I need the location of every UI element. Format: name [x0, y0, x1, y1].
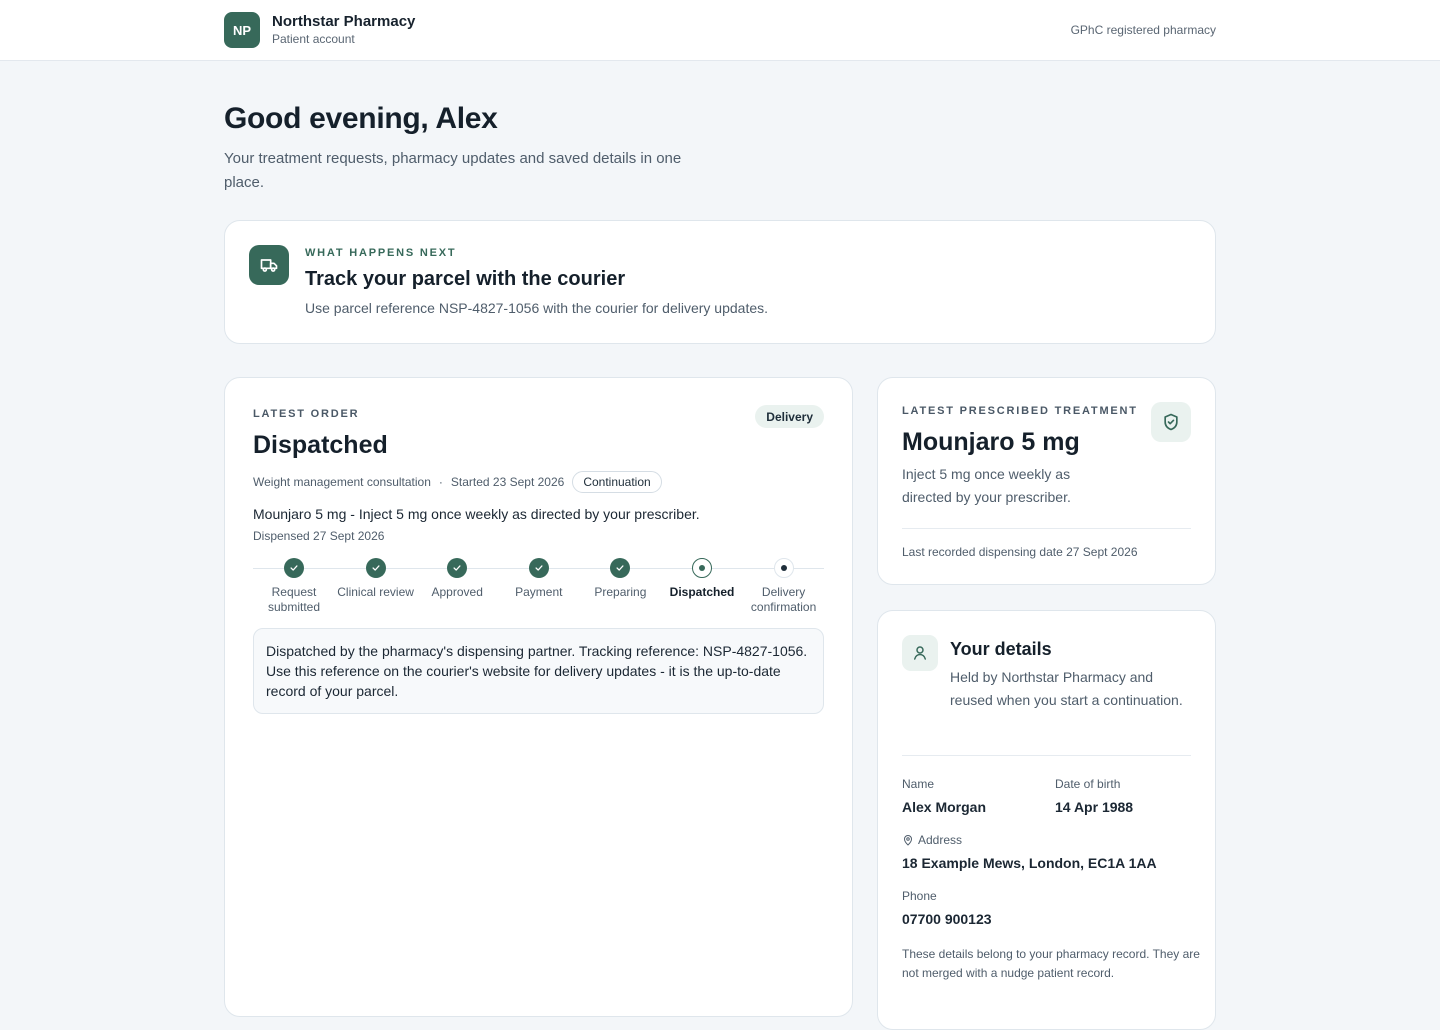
step-label: Payment	[515, 585, 563, 599]
dob-value: 14 Apr 1988	[1055, 799, 1134, 815]
details-description: Held by Northstar Pharmacy and reused wh…	[950, 669, 1183, 708]
check-icon	[284, 558, 304, 578]
details-card: Your details Held by Northstar Pharmacy …	[877, 610, 1216, 1030]
order-progress-stepper: Request submitted Clinical review Approved…	[253, 558, 824, 618]
name-value: Alex Morgan	[902, 799, 987, 815]
treatment-name: Mounjaro 5 mg	[902, 428, 1080, 456]
phone-value: 07700 900123	[902, 911, 992, 927]
divider	[902, 755, 1191, 756]
dispensed-date: Dispensed 27 Sept 2026	[253, 529, 385, 543]
user-icon	[902, 635, 938, 671]
address-label-row: Address	[902, 833, 962, 847]
truck-icon	[249, 245, 289, 285]
step-label: Request submitted	[267, 585, 321, 614]
divider	[902, 528, 1191, 529]
check-icon	[447, 558, 468, 578]
step-label: Delivery confirmation	[750, 585, 817, 614]
step-label: Approved	[431, 585, 483, 599]
details-title: Your details	[950, 639, 1052, 659]
details-footnote: These details belong to your pharmacy re…	[902, 947, 1200, 980]
order-eyebrow: Latest order	[253, 408, 360, 420]
registration-note: GPhC registered pharmacy	[1070, 23, 1216, 37]
top-bar: NP Northstar Pharmacy Patient account GP…	[0, 0, 1440, 61]
next-step-eyebrow: What happens next	[305, 247, 457, 259]
next-step-card: What happens next Track your parcel with…	[224, 220, 1216, 344]
address-value: 18 Example Mews, London, EC1A 1AA	[902, 855, 1157, 871]
treatment-eyebrow: Latest prescribed treatment	[902, 405, 1138, 417]
latest-order-card: Latest order Delivery Dispatched Weight …	[224, 377, 853, 1017]
step-label: Preparing	[594, 585, 647, 599]
shield-check-icon	[1151, 402, 1191, 442]
address-label: Address	[918, 833, 963, 847]
page-title: Good evening, Alex	[224, 102, 498, 135]
treatment-instructions: Inject 5 mg once weekly as directed by y…	[902, 466, 1071, 505]
treatment-card: Latest prescribed treatment Mounjaro 5 m…	[877, 377, 1216, 585]
order-started-date: Started 23 Sept 2026	[450, 475, 565, 489]
current-step-dot	[692, 558, 712, 578]
last-dispensing-date: Last recorded dispensing date 27 Sept 20…	[902, 545, 1138, 559]
name-label: Name	[902, 777, 935, 791]
order-description: Mounjaro 5 mg - Inject 5 mg once weekly …	[253, 506, 700, 522]
check-icon	[610, 558, 631, 578]
brand-subtitle: Patient account	[272, 32, 355, 46]
consultation-type: Weight management consultation	[253, 475, 431, 489]
check-icon	[365, 558, 386, 578]
next-step-title: Track your parcel with the courier	[305, 268, 626, 290]
check-icon	[528, 558, 549, 578]
page-subtitle: Your treatment requests, pharmacy update…	[224, 150, 682, 191]
pending-step-dot	[773, 558, 794, 578]
meta-separator: ·	[438, 475, 443, 489]
continuation-pill: Continuation	[572, 471, 662, 493]
order-status: Dispatched	[253, 431, 388, 459]
delivery-badge: Delivery	[755, 405, 824, 428]
dob-label: Date of birth	[1055, 777, 1121, 791]
phone-label: Phone	[902, 889, 937, 903]
map-pin-icon	[902, 834, 914, 846]
brand-logo[interactable]: NP	[224, 12, 260, 48]
dispatch-note: Dispatched by the pharmacy's dispensing …	[253, 628, 824, 714]
step-label: Clinical review	[337, 585, 414, 599]
next-step-text: Use parcel reference NSP-4827-1056 with …	[305, 300, 769, 316]
brand-name[interactable]: Northstar Pharmacy	[272, 13, 415, 30]
step-label: Dispatched	[669, 585, 735, 599]
order-meta: Weight management consultation · Started…	[253, 471, 662, 493]
